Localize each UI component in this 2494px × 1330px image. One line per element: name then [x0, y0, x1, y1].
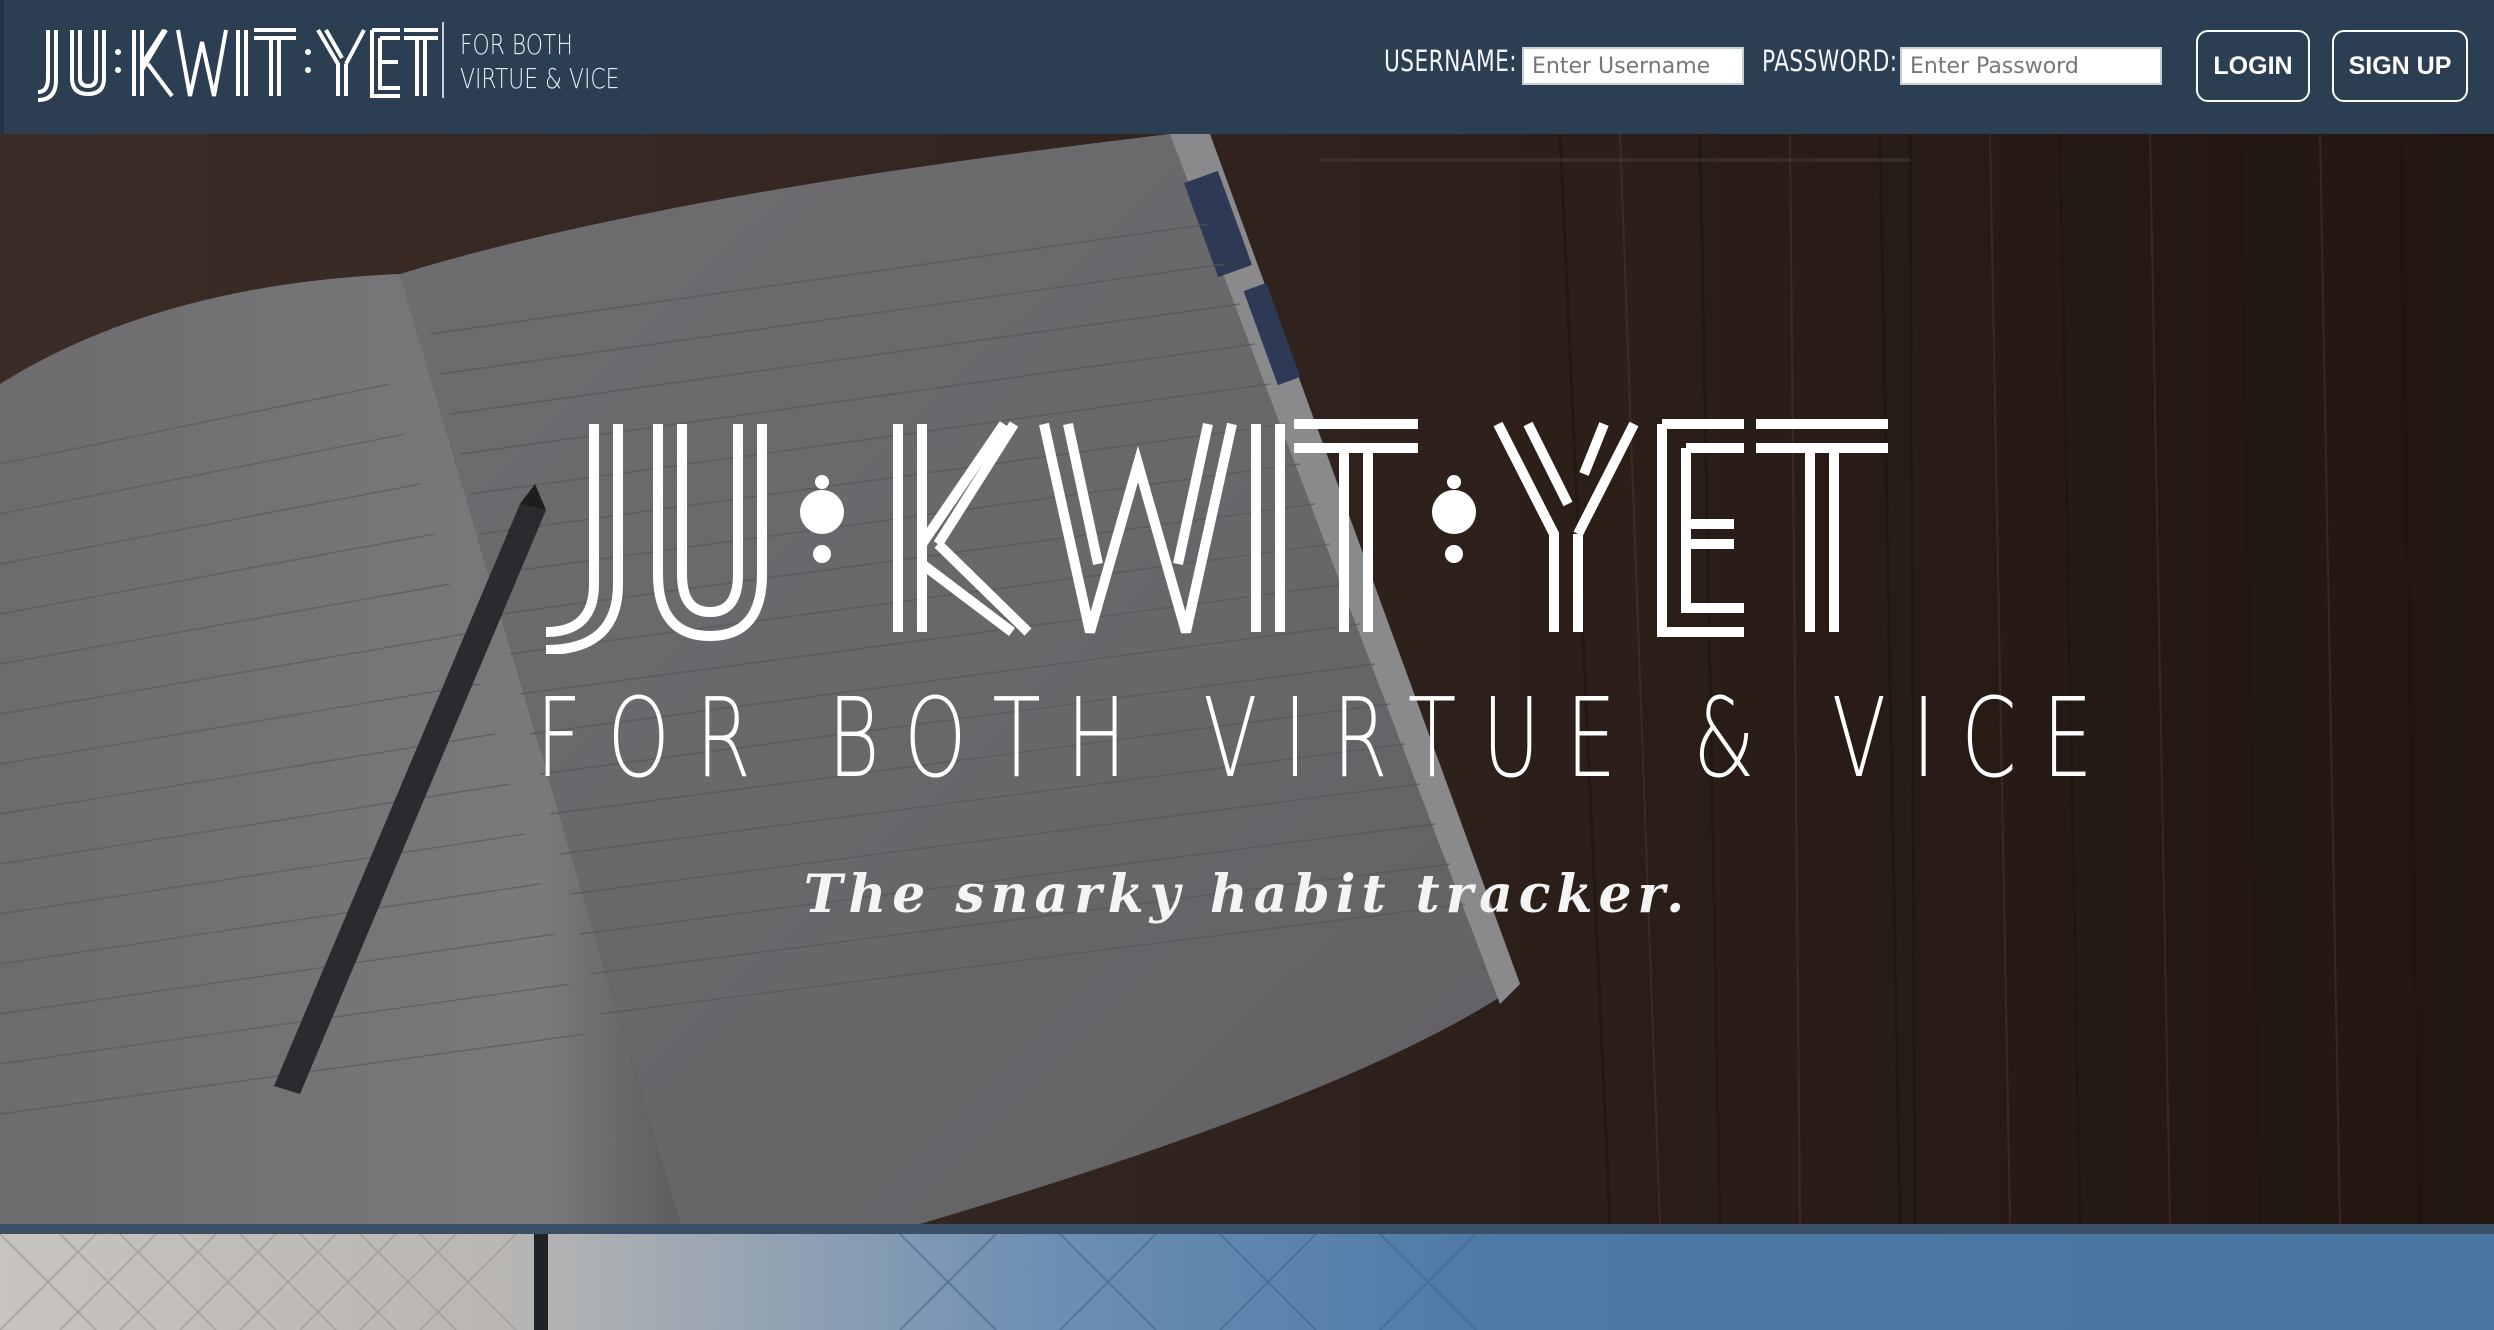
login-button[interactable]: LOGIN: [2196, 30, 2310, 102]
hero-wordmark: [545, 419, 1888, 654]
fence-photo: [0, 1234, 1477, 1330]
signup-button[interactable]: SIGN UP: [2332, 30, 2468, 102]
hero-tagline: The snarky habit tracker.: [803, 864, 1691, 925]
password-input[interactable]: [1900, 47, 2162, 85]
brand-tagline-line1: FOR BOTH: [460, 28, 573, 61]
brand-wordmark: [38, 28, 438, 102]
username-label: USERNAME:: [1384, 44, 1517, 78]
section-divider: [0, 1224, 2494, 1234]
username-input[interactable]: [1522, 47, 1744, 85]
password-label: PASSWORD:: [1762, 44, 1898, 78]
top-navbar: FOR BOTH VIRTUE & VICE USERNAME: PASSWOR…: [0, 0, 2494, 134]
hero-subtitle: FOR BOTH VIRTUE & VICE: [536, 674, 2119, 802]
brand-logo[interactable]: [38, 22, 438, 102]
brand-tagline-line2: VIRTUE & VICE: [460, 62, 620, 95]
hero-section: FOR BOTH VIRTUE & VICE The snarky habit …: [0, 134, 2494, 1224]
brand-tagline: FOR BOTH VIRTUE & VICE: [460, 28, 647, 96]
next-section-preview: [0, 1234, 2494, 1330]
brand-divider: [442, 22, 444, 98]
